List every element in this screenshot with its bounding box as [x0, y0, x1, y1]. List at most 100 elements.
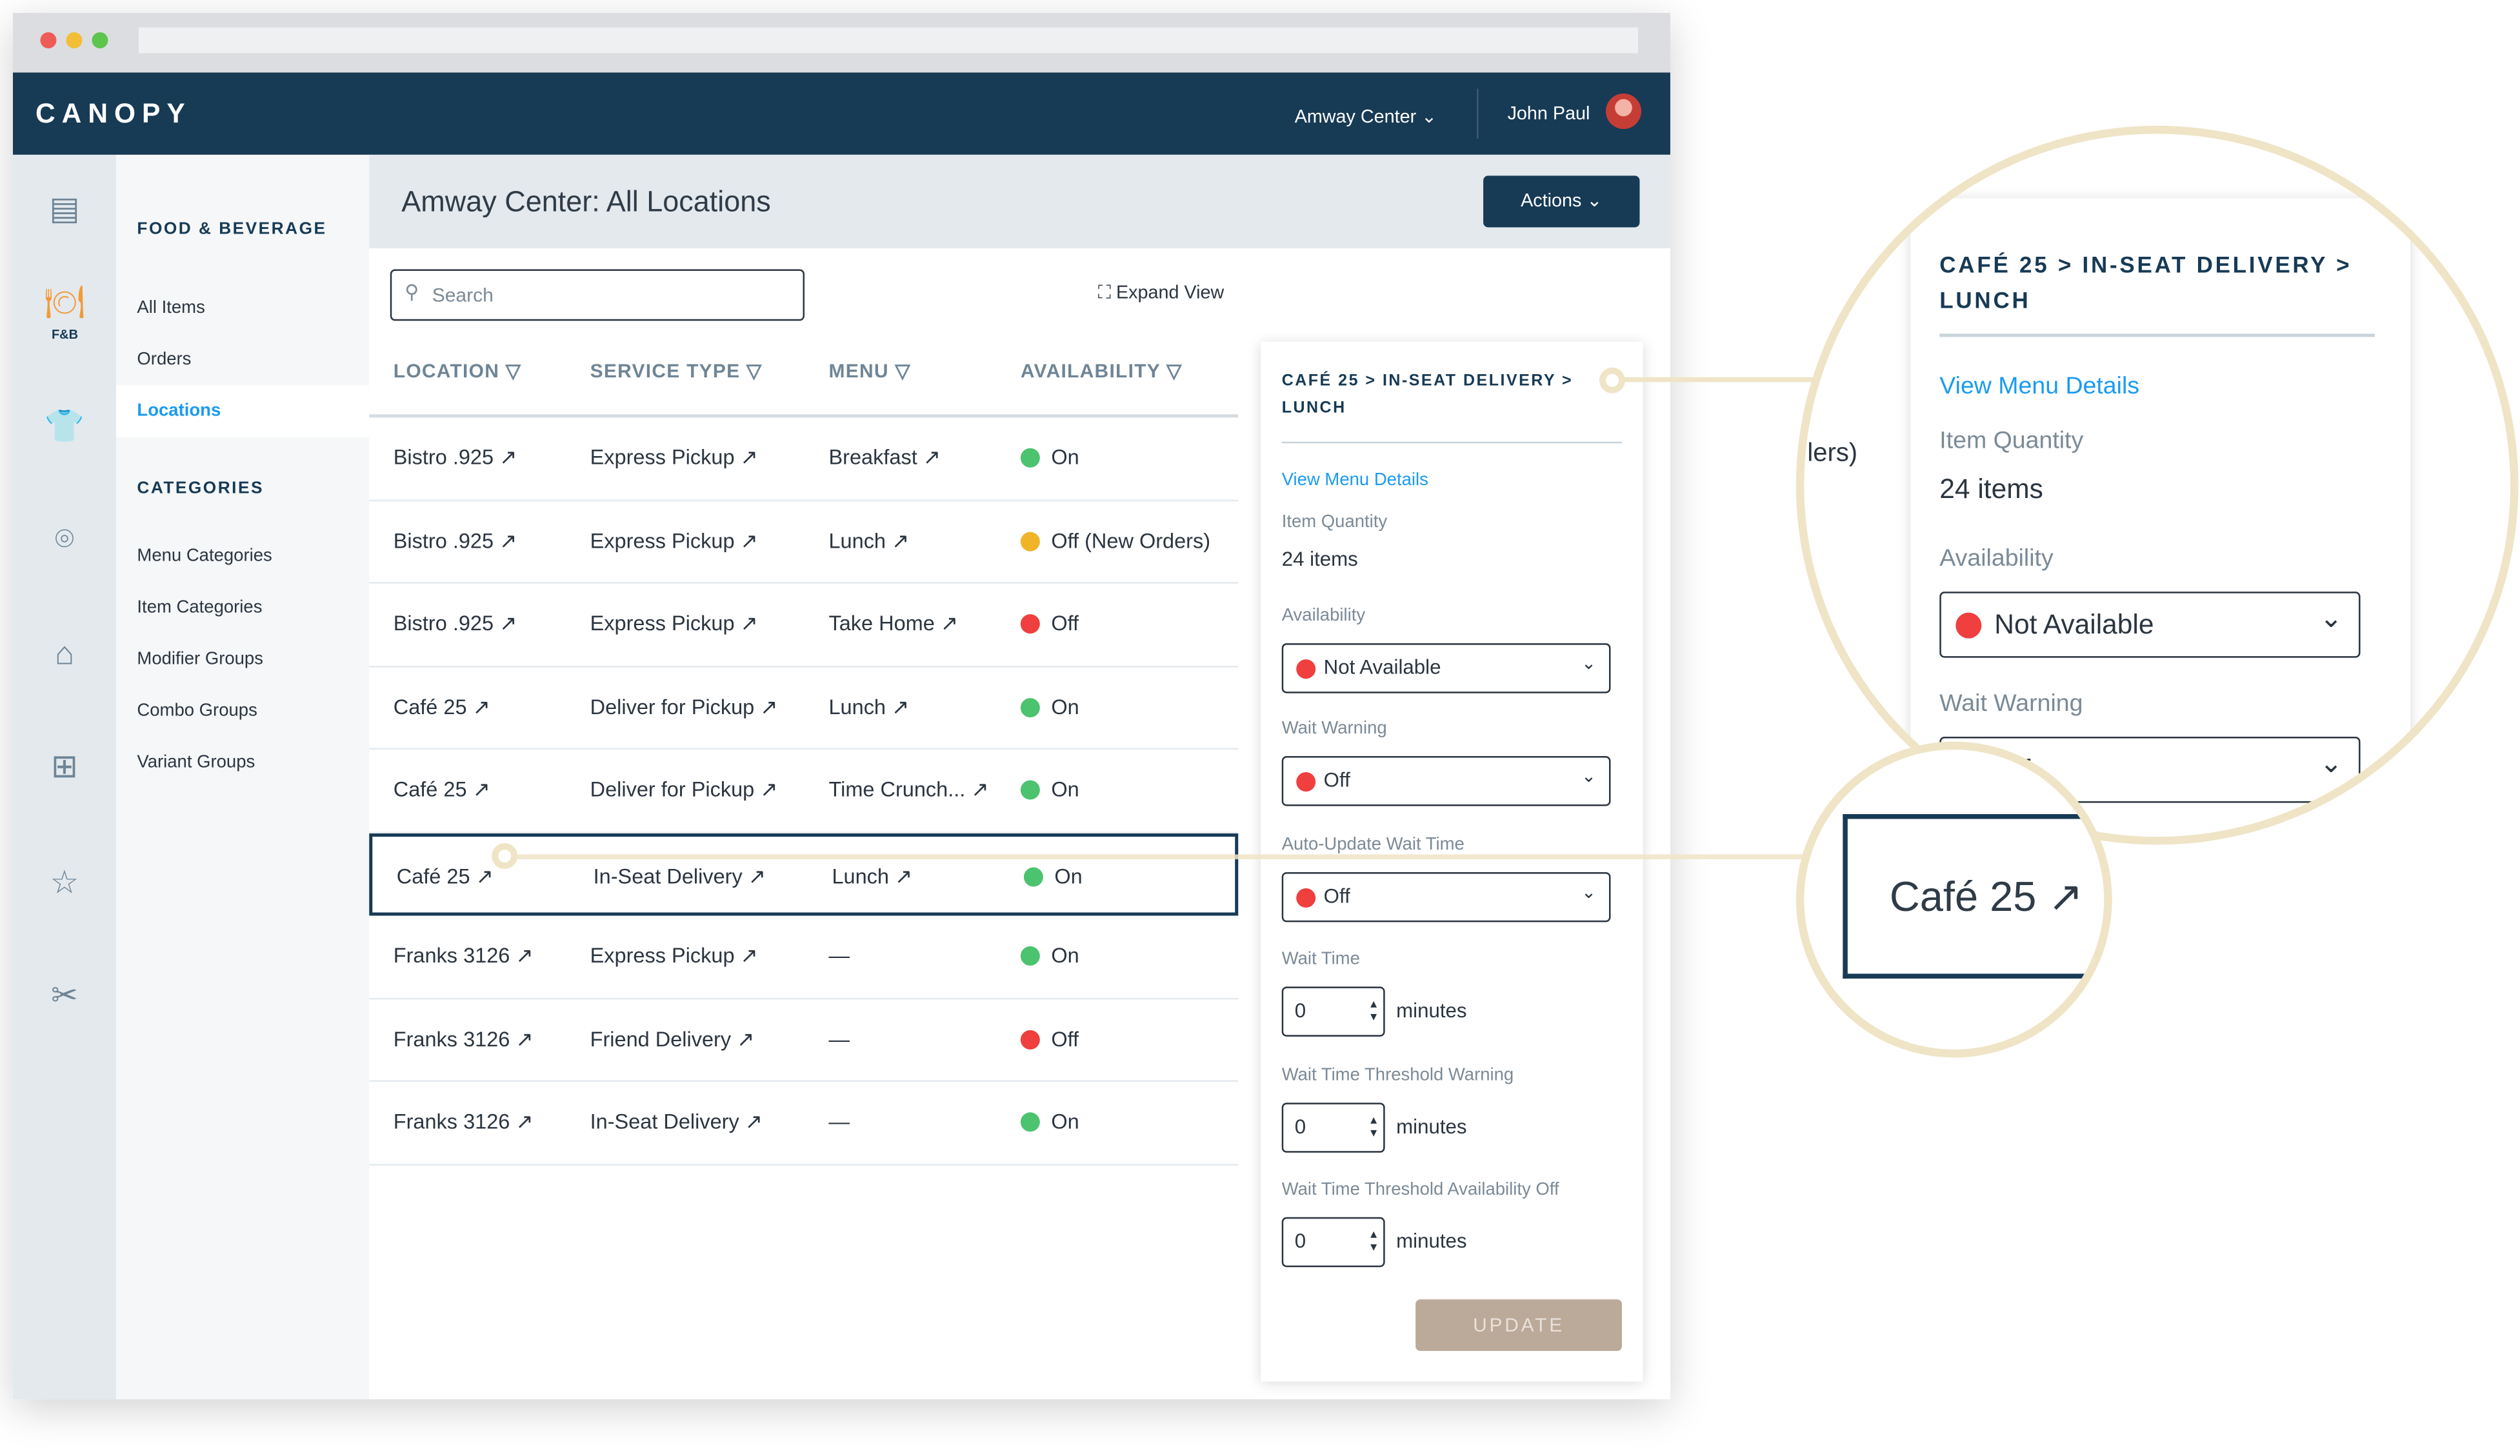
- sidebar-item-modifier-groups[interactable]: Modifier Groups: [137, 650, 263, 669]
- update-button[interactable]: UPDATE: [1415, 1299, 1622, 1351]
- filter-icon[interactable]: ▽: [895, 359, 910, 382]
- status-label: Off (New Orders): [1051, 528, 1211, 552]
- menu-link[interactable]: Time Crunch... ↗: [828, 777, 988, 803]
- threshold-off-stepper[interactable]: 0 ▴ ▾: [1281, 1217, 1385, 1268]
- zoomed-availability-select: Not Available ⌄: [1939, 592, 2361, 658]
- location-link[interactable]: Franks 3126 ↗: [394, 1109, 534, 1135]
- user-name[interactable]: John Paul: [1508, 105, 1590, 124]
- table-row[interactable]: Bistro .925 ↗ Express Pickup ↗ Breakfast ↗…: [369, 417, 1239, 501]
- unit-label: minutes: [1396, 1115, 1467, 1139]
- location-pin-icon[interactable]: ⌾: [42, 517, 87, 563]
- table-row[interactable]: Café 25 ↗ Deliver for Pickup ↗ Time Crunch…: [369, 750, 1239, 833]
- location-link[interactable]: Café 25 ↗: [394, 777, 490, 803]
- divider: [1477, 88, 1479, 139]
- location-link[interactable]: Bistro .925 ↗: [394, 445, 517, 471]
- service-type-link[interactable]: Deliver for Pickup ↗: [590, 777, 778, 803]
- tools-icon[interactable]: ✂: [42, 973, 87, 1019]
- stepper-arrows-icon[interactable]: ▴ ▾: [1370, 1113, 1377, 1140]
- expand-view-button[interactable]: ⛶ Expand View: [1098, 284, 1224, 304]
- column-availability[interactable]: AVAILABILITY ▽: [1021, 359, 1183, 382]
- menu-link[interactable]: Lunch ↗: [828, 528, 909, 553]
- status-label: Off: [1051, 611, 1079, 635]
- minimize-dot[interactable]: [66, 32, 83, 48]
- page-title: Amway Center: All Locations: [401, 185, 771, 218]
- sidebar-item-item-categories[interactable]: Item Categories: [137, 598, 262, 617]
- location-link[interactable]: Bistro .925 ↗: [394, 528, 517, 553]
- service-type-link[interactable]: In-Seat Delivery ↗: [590, 1109, 763, 1135]
- location-link[interactable]: Café 25 ↗: [394, 694, 490, 720]
- menu-link[interactable]: Lunch ↗: [828, 694, 909, 720]
- store-icon[interactable]: ⌂: [42, 632, 87, 677]
- filter-icon[interactable]: ▽: [506, 359, 521, 382]
- sidebar-item-orders[interactable]: Orders: [137, 350, 191, 369]
- service-type-link[interactable]: Deliver for Pickup ↗: [590, 694, 778, 720]
- sidebar: FOOD & BEVERAGE All Items Orders Locatio…: [115, 154, 370, 1400]
- avatar[interactable]: [1606, 93, 1641, 129]
- location-link[interactable]: Franks 3126 ↗: [394, 1026, 534, 1052]
- availability-select[interactable]: Not Available ⌄: [1281, 643, 1611, 693]
- wait-warning-select[interactable]: Off ⌄: [1281, 756, 1611, 806]
- service-type-link[interactable]: In-Seat Delivery ↗: [594, 863, 766, 889]
- table-row[interactable]: Bistro .925 ↗ Express Pickup ↗ Lunch ↗ Off …: [369, 501, 1239, 584]
- filter-icon[interactable]: ▽: [746, 359, 762, 382]
- table-row[interactable]: Franks 3126 ↗ In-Seat Delivery ↗ — On: [369, 1082, 1239, 1165]
- column-service-type[interactable]: SERVICE TYPE ▽: [590, 359, 763, 382]
- maximize-dot[interactable]: [92, 32, 108, 48]
- register-icon[interactable]: ▤: [42, 187, 87, 232]
- stepper-arrows-icon[interactable]: ▴ ▾: [1370, 997, 1377, 1024]
- header-label: MENU: [828, 359, 889, 383]
- menu-link: —: [828, 942, 850, 968]
- sidebar-item-locations[interactable]: Locations: [137, 401, 221, 421]
- service-type-link[interactable]: Friend Delivery ↗: [590, 1026, 755, 1052]
- column-location[interactable]: LOCATION ▽: [394, 359, 521, 382]
- address-bar[interactable]: [138, 27, 1638, 54]
- sidebar-item-combo-groups[interactable]: Combo Groups: [137, 701, 257, 721]
- search-icon: ⚲: [405, 280, 419, 303]
- close-dot[interactable]: [40, 32, 57, 48]
- search-input[interactable]: ⚲ Search: [390, 269, 805, 321]
- partial-text: lers): [1807, 440, 1858, 468]
- threshold-off-label: Wait Time Threshold Availability Off: [1281, 1180, 1559, 1200]
- availability-status: On: [1020, 694, 1079, 718]
- table-row[interactable]: Franks 3126 ↗ Friend Delivery ↗ — Off: [369, 999, 1239, 1082]
- location-link[interactable]: Franks 3126 ↗: [394, 943, 534, 969]
- auto-update-select[interactable]: Off ⌄: [1281, 872, 1611, 922]
- item-quantity-label: Item Quantity: [1281, 512, 1388, 532]
- service-type-link[interactable]: Express Pickup ↗: [590, 943, 758, 969]
- column-menu[interactable]: MENU ▽: [828, 359, 910, 382]
- not-allowed-icon: [1020, 614, 1040, 634]
- select-value: Not Available: [1994, 609, 2154, 641]
- location-link[interactable]: Bistro .925 ↗: [394, 611, 517, 637]
- table-row[interactable]: Franks 3126 ↗ Express Pickup ↗ — On: [369, 915, 1239, 999]
- view-menu-details-link[interactable]: View Menu Details: [1282, 471, 1428, 490]
- venue-label: Amway Center: [1294, 108, 1417, 128]
- table-row[interactable]: Bistro .925 ↗ Express Pickup ↗ Take Home ↗…: [369, 584, 1239, 667]
- fork-plate-icon[interactable]: 🍽: [42, 281, 87, 326]
- magnifier-large: lers) CAFÉ 25 > IN-SEAT DELIVERY > LUNCH…: [1795, 125, 2519, 845]
- sidebar-item-menu-categories[interactable]: Menu Categories: [137, 546, 272, 566]
- unit-label: minutes: [1396, 1230, 1467, 1253]
- filter-icon[interactable]: ▽: [1166, 359, 1182, 382]
- location-link[interactable]: Café 25 ↗: [397, 863, 494, 889]
- select-value: Off: [1323, 769, 1350, 792]
- service-type-link[interactable]: Express Pickup ↗: [590, 445, 758, 471]
- grid-icon[interactable]: ⊞: [42, 745, 87, 790]
- venue-selector[interactable]: Amway Center ⌄: [1295, 105, 1437, 127]
- sidebar-item-variant-groups[interactable]: Variant Groups: [137, 753, 255, 772]
- menu-link[interactable]: Breakfast ↗: [828, 445, 940, 471]
- star-icon[interactable]: ☆: [42, 861, 87, 906]
- table-row[interactable]: Café 25 ↗ Deliver for Pickup ↗ Lunch ↗ On: [369, 666, 1239, 750]
- stepper-arrows-icon[interactable]: ▴ ▾: [1370, 1228, 1377, 1254]
- actions-button[interactable]: Actions ⌄: [1483, 175, 1640, 228]
- threshold-warning-stepper[interactable]: 0 ▴ ▾: [1281, 1102, 1385, 1153]
- shirt-icon[interactable]: 👕: [42, 404, 87, 450]
- header-label: AVAILABILITY: [1020, 359, 1161, 383]
- sidebar-item-all-items[interactable]: All Items: [137, 298, 205, 317]
- service-type-link[interactable]: Express Pickup ↗: [590, 528, 758, 553]
- menu-link[interactable]: Take Home ↗: [828, 611, 958, 637]
- wait-time-stepper[interactable]: 0 ▴ ▾: [1281, 986, 1385, 1037]
- menu-link[interactable]: Lunch ↗: [832, 863, 912, 889]
- zoomed-qty-label: Item Quantity: [1939, 427, 2084, 455]
- status-label: On: [1051, 444, 1079, 470]
- service-type-link[interactable]: Express Pickup ↗: [590, 611, 758, 637]
